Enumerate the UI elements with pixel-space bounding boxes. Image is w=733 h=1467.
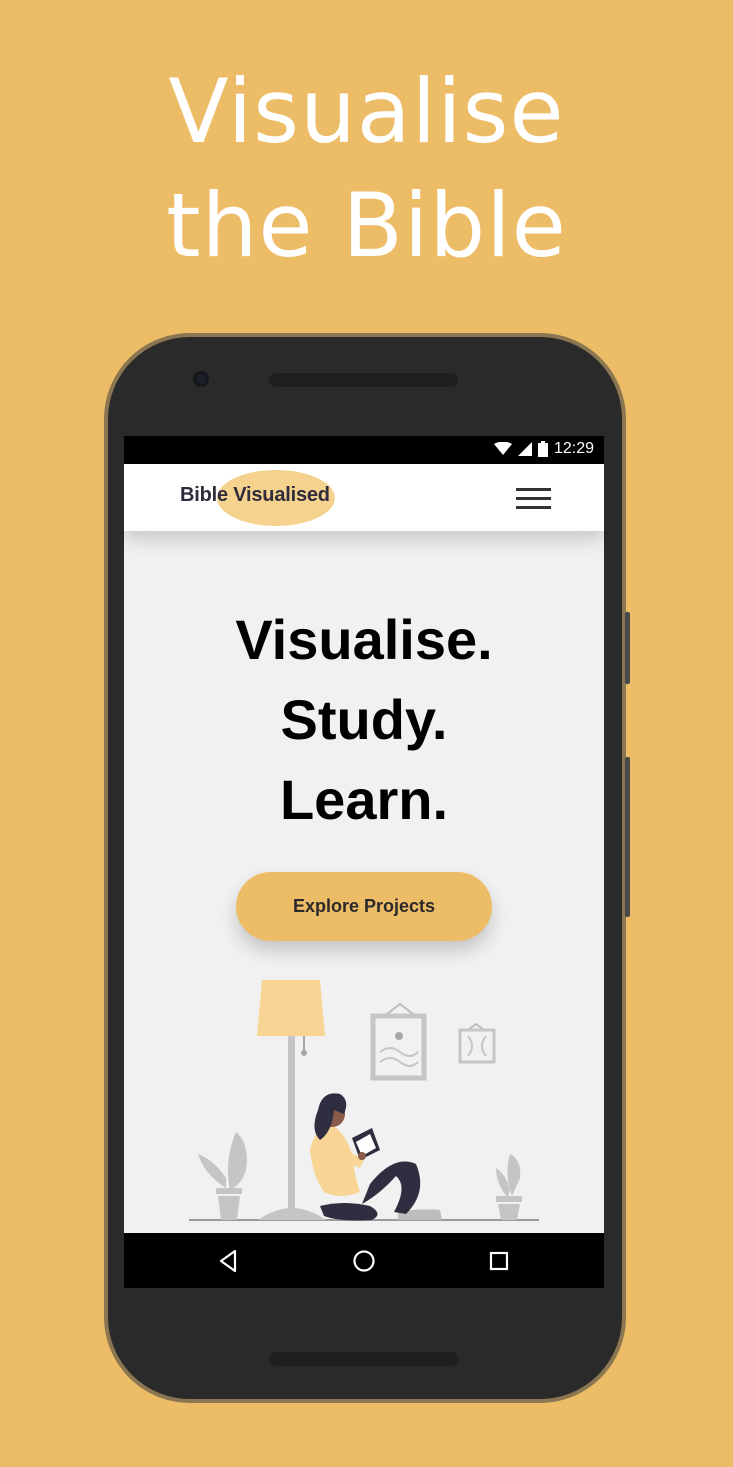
bottom-speaker	[269, 1352, 458, 1366]
phone-side-button[interactable]	[625, 612, 630, 684]
status-bar: 12:29	[124, 436, 604, 464]
hero-line-learn: Learn.	[279, 768, 449, 831]
recents-square-icon[interactable]	[483, 1245, 515, 1277]
left-potted-plant	[198, 1132, 247, 1220]
back-triangle-icon[interactable]	[213, 1245, 245, 1277]
floor-lamp	[257, 980, 326, 1220]
wifi-icon	[493, 442, 512, 455]
phone-side-button[interactable]	[625, 757, 630, 917]
promo-headline-line1: Visualise	[168, 60, 565, 163]
wall-picture-frame	[370, 1002, 427, 1081]
reading-woman-illustration	[189, 980, 539, 1221]
logo-text[interactable]: Bible Visualised	[180, 484, 330, 507]
right-potted-plant	[496, 1154, 522, 1220]
hero-line-study: Study.	[280, 688, 448, 751]
promo-headline-line2: the Bible	[166, 174, 567, 277]
hero-line-visualise: Visualise.	[235, 608, 493, 671]
wall-picture-frame-small	[458, 1022, 496, 1064]
android-nav-bar	[124, 1233, 604, 1288]
signal-icon	[517, 442, 532, 456]
app-content: Bible Visualised Visualise. Study. Learn…	[124, 464, 604, 1233]
app-header: Bible Visualised	[124, 464, 604, 531]
earpiece-speaker	[269, 373, 458, 387]
hamburger-menu-icon[interactable]	[516, 488, 551, 510]
home-circle-icon[interactable]	[348, 1245, 380, 1277]
woman-reading	[310, 1093, 442, 1221]
status-icons: 12:29	[493, 440, 594, 458]
phone-screen: 12:29 Bible Visualised Visualise. Study.…	[124, 436, 604, 1288]
battery-icon	[537, 441, 548, 457]
explore-projects-button[interactable]: Explore Projects	[236, 872, 492, 941]
front-camera	[193, 371, 209, 387]
status-time: 12:29	[553, 440, 594, 457]
